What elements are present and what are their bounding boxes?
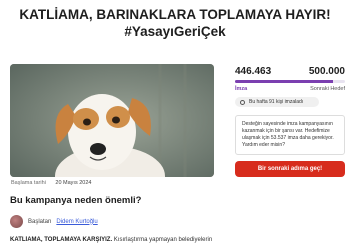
description-bold: KATLİAMA, TOPLAMAYA KARŞIYIZ.: [10, 237, 113, 243]
progress-labels: İmza Sonraki Hedef: [235, 86, 345, 92]
signature-counts: 446.463 500.000: [235, 66, 345, 77]
progress-fill: [235, 80, 334, 83]
support-callout-cta: Yardım eder misin?: [242, 142, 285, 148]
goal-count: 500.000: [308, 66, 345, 77]
people-icon: [240, 99, 245, 105]
weekly-signers-text: Bu hafta 91 kişi imzaladı: [249, 99, 304, 105]
page-title-hashtag: #YasayıGeriÇek: [124, 24, 226, 39]
avatar: [10, 215, 23, 228]
campaign-image: [10, 64, 214, 177]
why-heading: Bu kampanya neden önemli?: [10, 195, 142, 206]
next-step-button[interactable]: Bir sonraki adıma geç!: [235, 161, 345, 177]
signature-count: 446.463: [235, 66, 272, 77]
start-date-label: Başlama tarihi: [11, 180, 46, 186]
page-title: KATLİAMA, BARINAKLARA TOPLAMAYA HAYIR! #…: [0, 6, 350, 40]
start-date: Başlama tarihi 20 Mayıs 2024: [11, 180, 91, 186]
starter-label: Başlatan: [28, 218, 52, 225]
start-date-value: 20 Mayıs 2024: [55, 180, 92, 186]
page-title-line1: KATLİAMA, BARINAKLARA TOPLAMAYA HAYIR!: [19, 7, 331, 22]
campaign-description: KATLİAMA, TOPLAMAYA KARŞIYIZ. Kısırlaştı…: [10, 236, 340, 244]
support-callout: Desteğin sayesinde imza kampanyasının ka…: [235, 115, 345, 155]
description-rest: Kısırlaştırma yapmayan belediyelerin: [113, 237, 213, 243]
campaign-starter: Başlatan Didem Kurtoğlu: [10, 215, 98, 228]
support-callout-text: Desteğin sayesinde imza kampanyasının ka…: [242, 121, 334, 141]
progress-bar: [235, 80, 345, 83]
goal-label: Sonraki Hedef: [310, 86, 345, 92]
weekly-signers-badge: Bu hafta 91 kişi imzaladı: [235, 97, 319, 107]
signatures-label: İmza: [235, 86, 248, 92]
dog-photo: [10, 64, 214, 177]
signature-panel: 446.463 500.000 İmza Sonraki Hedef Bu ha…: [235, 66, 345, 177]
starter-name-link[interactable]: Didem Kurtoğlu: [56, 219, 97, 225]
